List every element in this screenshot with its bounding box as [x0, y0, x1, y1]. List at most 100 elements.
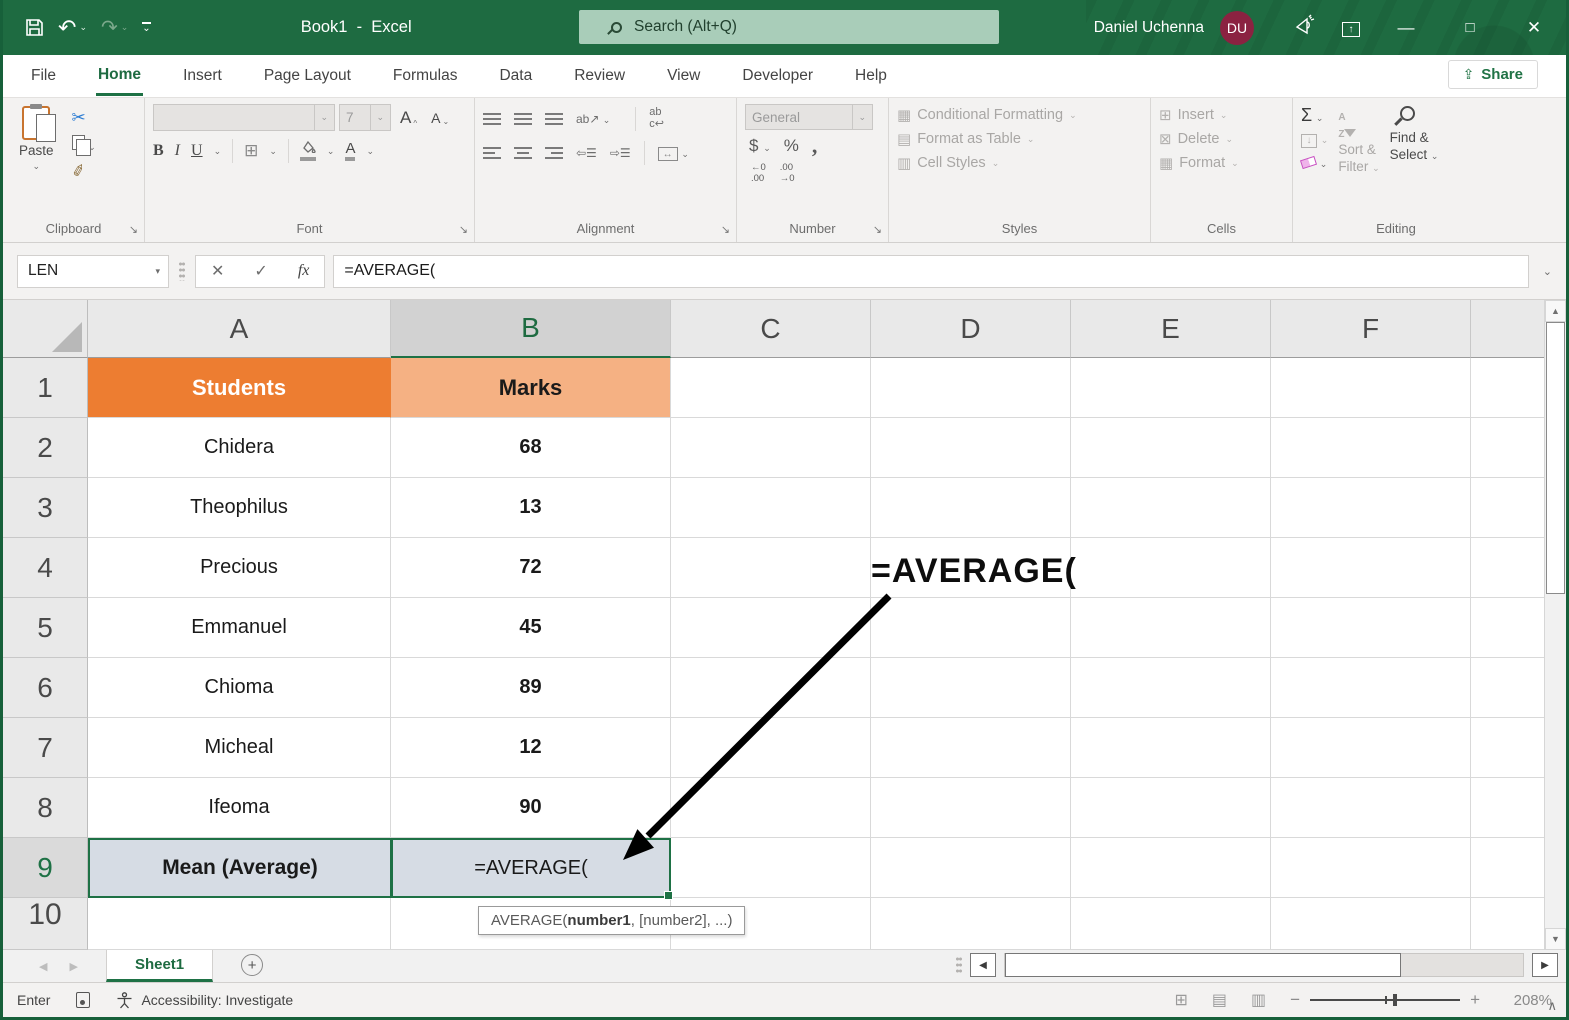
- percent-style-button[interactable]: %: [784, 136, 799, 156]
- row-header-8[interactable]: 8: [3, 778, 88, 838]
- vertical-scrollbar[interactable]: ▲ ▼: [1544, 300, 1566, 950]
- page-break-view-icon[interactable]: ▥: [1251, 990, 1266, 1010]
- column-header-d[interactable]: D: [871, 300, 1071, 358]
- accounting-format-button[interactable]: $ ⌄: [749, 136, 771, 156]
- horizontal-scrollbar[interactable]: [1004, 953, 1524, 977]
- normal-view-icon[interactable]: ⊞: [1174, 990, 1187, 1010]
- row-header-4[interactable]: 4: [3, 538, 88, 598]
- column-header-b[interactable]: B: [391, 300, 671, 358]
- paste-button[interactable]: Paste ⌄: [11, 104, 62, 218]
- tab-page-layout[interactable]: Page Layout: [262, 58, 353, 94]
- maximize-button[interactable]: □: [1438, 0, 1502, 55]
- vertical-scroll-thumb[interactable]: [1546, 322, 1565, 594]
- tab-splitter-handle[interactable]: [956, 956, 962, 974]
- horizontal-scroll-thumb[interactable]: [1005, 953, 1401, 977]
- tab-view[interactable]: View: [665, 58, 702, 94]
- underline-chevron-icon[interactable]: ⌄: [214, 146, 222, 157]
- accessibility-status[interactable]: Accessibility: Investigate: [116, 992, 293, 1009]
- zoom-slider-handle[interactable]: [1393, 994, 1397, 1006]
- tab-help[interactable]: Help: [853, 58, 889, 94]
- decrease-indent-button[interactable]: ⇦☰: [576, 147, 597, 159]
- cell-c1[interactable]: [671, 358, 871, 418]
- font-size-select[interactable]: 7⌄: [339, 104, 391, 131]
- font-name-select[interactable]: ⌄: [153, 104, 335, 131]
- cell-b2[interactable]: 68: [391, 418, 671, 478]
- alignment-dialog-launcher[interactable]: ↘: [721, 225, 730, 236]
- tab-file[interactable]: File: [29, 58, 58, 94]
- zoom-percentage[interactable]: 208%: [1504, 992, 1552, 1009]
- row-header-1[interactable]: 1: [3, 358, 88, 418]
- cell-f1[interactable]: [1271, 358, 1471, 418]
- increase-decimal-button[interactable]: ←0.00: [751, 163, 766, 185]
- bottom-align-button[interactable]: [545, 113, 563, 125]
- autosum-button[interactable]: Σ ⌄: [1301, 106, 1328, 124]
- conditional-formatting-button[interactable]: ▦Conditional Formatting⌄: [897, 106, 1077, 124]
- sheet-tab-sheet1[interactable]: Sheet1: [106, 950, 213, 982]
- cell-d1[interactable]: [871, 358, 1071, 418]
- cell-b5[interactable]: 45: [391, 598, 671, 658]
- whats-new-button[interactable]: [1282, 14, 1328, 41]
- scroll-down-icon[interactable]: ▼: [1545, 928, 1566, 950]
- tab-data[interactable]: Data: [497, 58, 534, 94]
- search-box[interactable]: Search (Alt+Q): [579, 10, 999, 44]
- align-left-button[interactable]: [483, 147, 501, 159]
- formula-input[interactable]: =AVERAGE(: [333, 255, 1528, 288]
- cell-styles-button[interactable]: ▥Cell Styles⌄: [897, 154, 1077, 172]
- column-header-c[interactable]: C: [671, 300, 871, 358]
- comma-style-button[interactable]: ,: [812, 139, 818, 152]
- enter-button[interactable]: ✓: [239, 261, 282, 281]
- bold-button[interactable]: B: [153, 142, 164, 160]
- italic-button[interactable]: I: [175, 142, 180, 160]
- collapse-ribbon-button[interactable]: ∧: [1547, 998, 1557, 1014]
- cell-a1[interactable]: Students: [88, 358, 391, 418]
- sheet-nav-left-icon[interactable]: ◀: [39, 960, 47, 973]
- ribbon-display-options-button[interactable]: ↑: [1328, 19, 1374, 37]
- hscroll-left-icon[interactable]: ◀: [970, 953, 996, 977]
- undo-button[interactable]: ↶⌄: [58, 17, 87, 39]
- find-select-button[interactable]: Find &Select ⌄: [1390, 104, 1439, 218]
- cell-b6[interactable]: 89: [391, 658, 671, 718]
- sort-filter-button[interactable]: AZ Sort &Filter ⌄: [1338, 104, 1379, 218]
- cell-b9-active-formula[interactable]: =AVERAGE(: [391, 838, 671, 898]
- font-dialog-launcher[interactable]: ↘: [459, 225, 468, 236]
- hscroll-right-icon[interactable]: ▶: [1532, 953, 1558, 977]
- user-name[interactable]: Daniel Uchenna: [1094, 19, 1204, 37]
- delete-cells-button[interactable]: ⊠Delete⌄: [1159, 130, 1239, 148]
- cell-b7[interactable]: 12: [391, 718, 671, 778]
- number-dialog-launcher[interactable]: ↘: [873, 225, 882, 236]
- clear-button[interactable]: ⌄: [1301, 155, 1328, 170]
- zoom-slider[interactable]: [1310, 999, 1460, 1001]
- decrease-decimal-button[interactable]: .00→0: [780, 163, 795, 185]
- top-align-button[interactable]: [483, 113, 501, 125]
- cell-a8[interactable]: Ifeoma: [88, 778, 391, 838]
- format-painter-button[interactable]: ✐: [69, 157, 98, 183]
- orientation-button[interactable]: ab↗ ⌄: [576, 113, 610, 125]
- row-header-10[interactable]: 10: [3, 898, 88, 950]
- page-layout-view-icon[interactable]: ▤: [1212, 990, 1227, 1010]
- merge-center-button[interactable]: ↔ ⌄: [658, 145, 689, 162]
- column-header-f[interactable]: F: [1271, 300, 1471, 358]
- row-header-6[interactable]: 6: [3, 658, 88, 718]
- cut-button[interactable]: ✂: [72, 108, 96, 128]
- minimize-button[interactable]: —: [1374, 0, 1438, 55]
- cell-a7[interactable]: Micheal: [88, 718, 391, 778]
- row-header-9[interactable]: 9: [3, 838, 88, 898]
- name-box[interactable]: LEN▾: [17, 255, 169, 288]
- wrap-text-button[interactable]: abc↩: [649, 107, 664, 130]
- cell-a10[interactable]: [88, 898, 391, 950]
- clipboard-dialog-launcher[interactable]: ↘: [129, 225, 138, 236]
- middle-align-button[interactable]: [514, 113, 532, 125]
- share-button[interactable]: ⇪Share: [1448, 60, 1538, 89]
- decrease-font-size-button[interactable]: A⌄: [426, 109, 454, 127]
- macro-record-icon[interactable]: [76, 992, 90, 1008]
- cell-b8[interactable]: 90: [391, 778, 671, 838]
- new-sheet-button[interactable]: +: [241, 954, 263, 976]
- cell-a9-mean-label[interactable]: Mean (Average): [88, 838, 391, 898]
- customize-quick-access-button[interactable]: ⌄: [142, 22, 150, 34]
- cell-a5[interactable]: Emmanuel: [88, 598, 391, 658]
- tab-developer[interactable]: Developer: [740, 58, 815, 94]
- align-center-button[interactable]: [514, 147, 532, 159]
- number-format-select[interactable]: General⌄: [745, 104, 873, 130]
- row-header-2[interactable]: 2: [3, 418, 88, 478]
- underline-button[interactable]: U: [191, 142, 203, 160]
